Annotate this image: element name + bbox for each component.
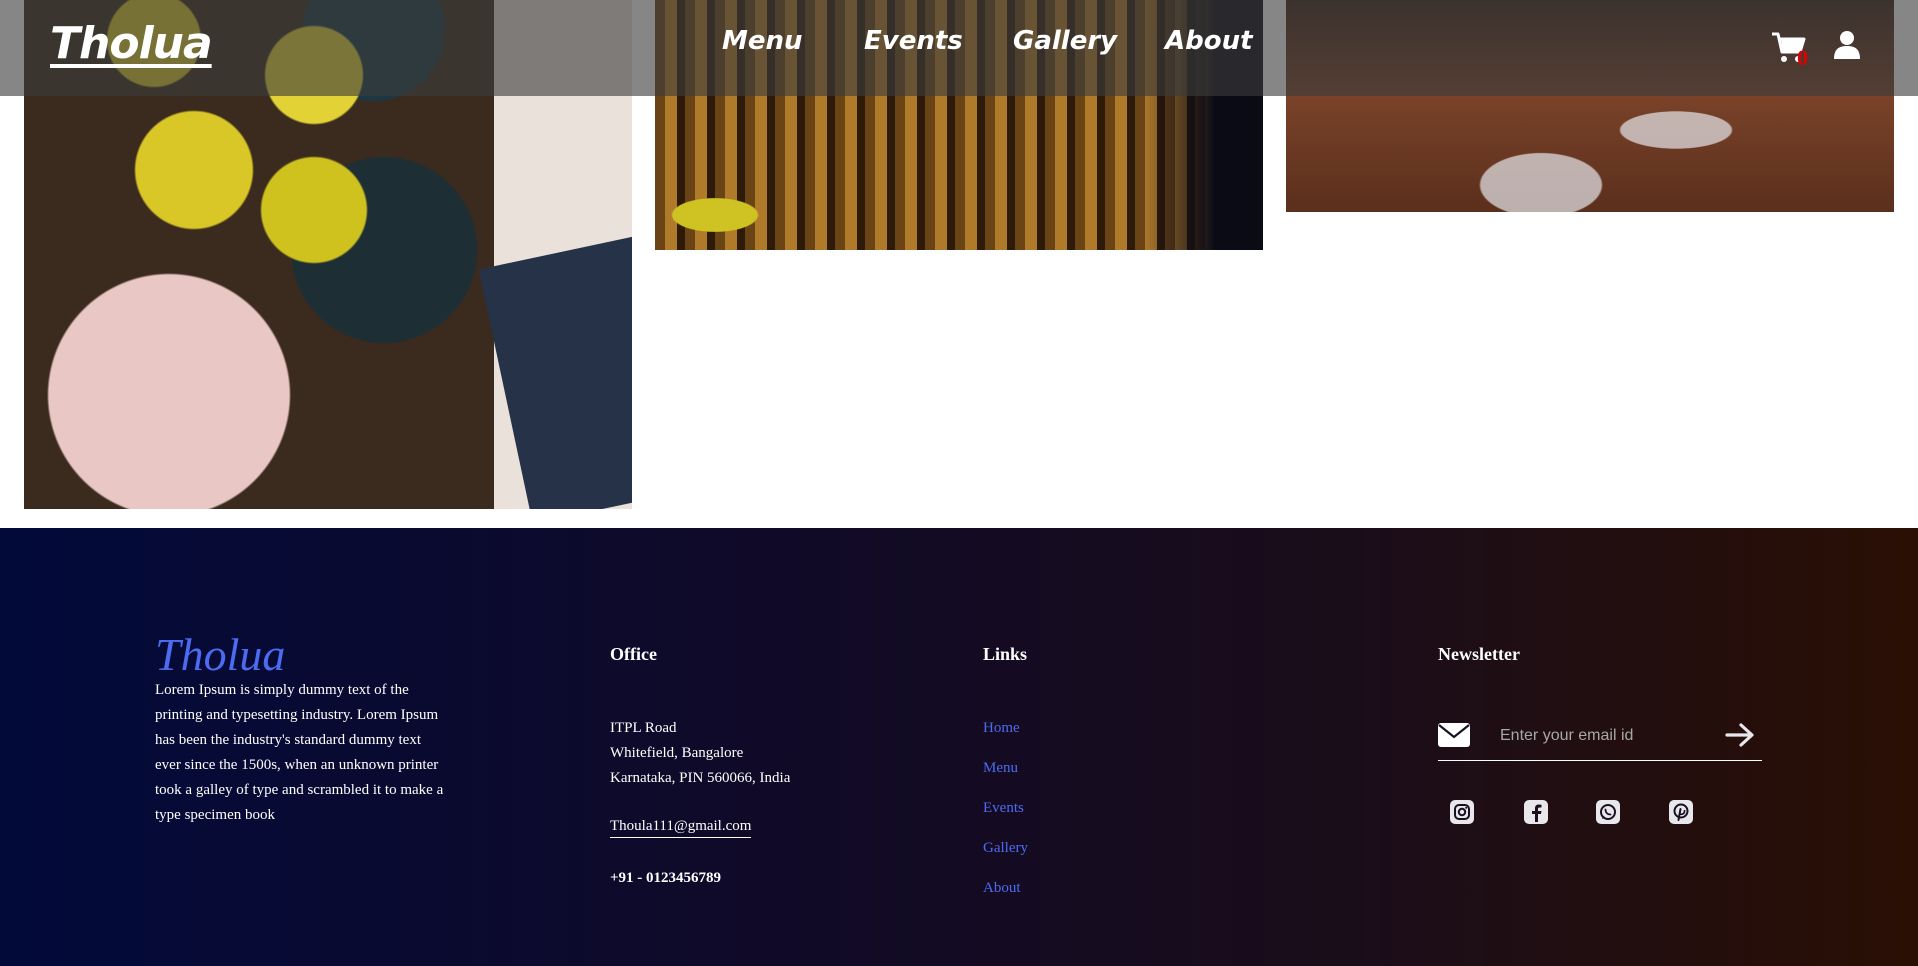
newsletter-title: Newsletter [1438, 644, 1520, 664]
pinterest-icon[interactable] [1669, 800, 1693, 824]
newsletter-form [1438, 718, 1762, 761]
cart-count-badge: 0 [1797, 45, 1808, 70]
footer-description: Lorem Ipsum is simply dummy text of the … [155, 682, 444, 823]
user-icon[interactable] [1833, 30, 1861, 60]
footer-link-gallery[interactable]: Gallery [983, 838, 1028, 878]
footer-link-home[interactable]: Home [983, 718, 1028, 758]
address-line: Whitefield, Bangalore [610, 745, 744, 761]
arrow-right-icon[interactable] [1724, 722, 1756, 748]
footer-link-menu[interactable]: Menu [983, 758, 1028, 798]
links-title: Links [983, 644, 1028, 664]
office-address: ITPL Road Whitefield, Bangalore Karnatak… [610, 716, 790, 791]
nav-menu[interactable]: Menu [722, 26, 803, 56]
top-navbar: Tholua Menu Events Gallery About 0 [0, 0, 1918, 96]
site-footer: Tholua Lorem Ipsum is simply dummy text … [0, 528, 1918, 966]
mail-icon [1438, 723, 1470, 747]
nav-events[interactable]: Events [864, 26, 963, 56]
address-line: Karnataka, PIN 560066, India [610, 770, 791, 786]
footer-brand: Tholua [155, 629, 286, 680]
facebook-icon[interactable] [1524, 800, 1548, 824]
address-line: ITPL Road [610, 720, 677, 736]
site-logo[interactable]: Tholua [50, 18, 213, 69]
nav-gallery[interactable]: Gallery [1013, 26, 1117, 56]
footer-link-events[interactable]: Events [983, 798, 1028, 838]
office-email-link[interactable]: Thoula111@gmail.com [610, 818, 752, 838]
whatsapp-icon[interactable] [1596, 800, 1620, 824]
office-phone: +91 - 0123456789 [610, 870, 722, 886]
instagram-icon[interactable] [1450, 800, 1474, 824]
footer-link-about[interactable]: About [983, 878, 1028, 918]
newsletter-email-input[interactable] [1498, 720, 1712, 752]
footer-links: Home Menu Events Gallery About [983, 718, 1028, 918]
office-title: Office [610, 644, 657, 664]
nav-about[interactable]: About [1165, 26, 1253, 56]
